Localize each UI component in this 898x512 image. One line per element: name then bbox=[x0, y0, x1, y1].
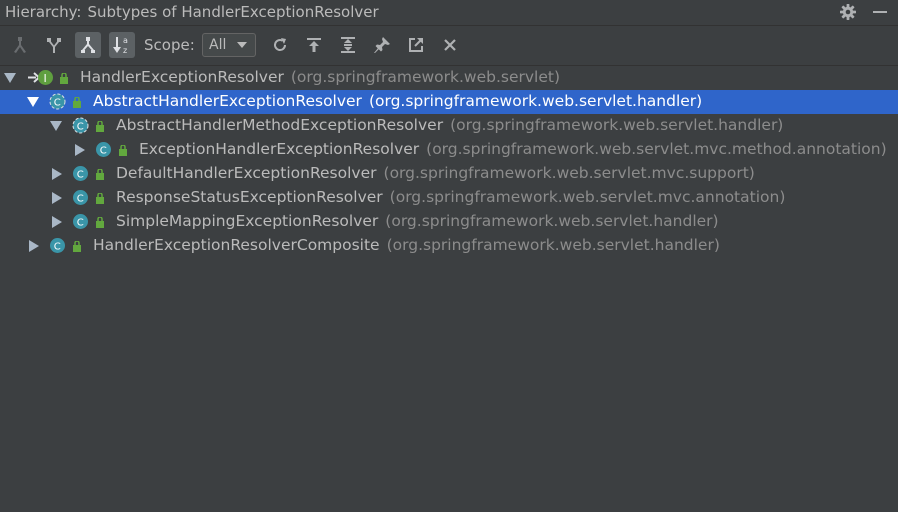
tree-row[interactable]: C DefaultHandlerExceptionResolver (org.sp… bbox=[0, 162, 898, 186]
collapse-toggle-icon[interactable] bbox=[52, 168, 62, 180]
collapse-toggle-icon[interactable] bbox=[75, 144, 85, 156]
tree-item-label: HandlerExceptionResolver (org.springframe… bbox=[80, 68, 561, 86]
lock-icon bbox=[96, 121, 104, 132]
title-bar: Hierarchy: Subtypes of HandlerExceptionRe… bbox=[0, 0, 898, 25]
type-hierarchy-icon[interactable] bbox=[7, 32, 33, 58]
lock-icon bbox=[96, 193, 104, 204]
collapse-toggle-icon[interactable] bbox=[29, 240, 39, 252]
tree-item-label: HandlerExceptionResolverComposite (org.sp… bbox=[93, 236, 720, 254]
supertypes-hierarchy-icon[interactable] bbox=[41, 32, 67, 58]
tree-row[interactable]: C ResponseStatusExceptionResolver (org.sp… bbox=[0, 186, 898, 210]
class-icon: C bbox=[50, 238, 65, 253]
class-icon: C bbox=[96, 142, 111, 157]
tree-item-label: AbstractHandlerExceptionResolver (org.spr… bbox=[93, 92, 703, 110]
scope-select[interactable]: All bbox=[202, 33, 256, 57]
tree-item-label: ResponseStatusExceptionResolver (org.spri… bbox=[116, 188, 786, 206]
base-on-this-class-icon[interactable] bbox=[301, 32, 327, 58]
tree-item-label: DefaultHandlerExceptionResolver (org.spri… bbox=[116, 164, 755, 182]
svg-text:a: a bbox=[123, 36, 128, 45]
refresh-icon[interactable] bbox=[267, 32, 293, 58]
svg-text:C: C bbox=[54, 98, 61, 109]
expand-all-icon[interactable] bbox=[335, 32, 361, 58]
minimize-icon[interactable] bbox=[870, 2, 890, 22]
collapse-toggle-icon[interactable] bbox=[52, 216, 62, 228]
class-icon: C bbox=[73, 166, 88, 181]
tree-item-label: ExceptionHandlerExceptionResolver (org.sp… bbox=[139, 140, 887, 158]
collapse-toggle-icon[interactable] bbox=[52, 192, 62, 204]
tree-item-label: AbstractHandlerMethodExceptionResolver (o… bbox=[116, 116, 784, 134]
class-icon: C bbox=[73, 214, 88, 229]
close-icon[interactable] bbox=[437, 32, 463, 58]
tree-row[interactable]: C ExceptionHandlerExceptionResolver (org.… bbox=[0, 138, 898, 162]
gear-icon[interactable] bbox=[838, 2, 858, 22]
svg-text:C: C bbox=[77, 170, 84, 181]
subtypes-hierarchy-icon[interactable] bbox=[75, 32, 101, 58]
export-icon[interactable] bbox=[403, 32, 429, 58]
lock-icon bbox=[96, 169, 104, 180]
title-label: Hierarchy: bbox=[5, 3, 82, 21]
abstract-class-icon: C bbox=[49, 93, 66, 110]
lock-icon bbox=[73, 97, 81, 108]
hierarchy-toolbar: az Scope: All bbox=[0, 30, 898, 62]
title-divider bbox=[0, 25, 898, 26]
tree-row[interactable]: C SimpleMappingExceptionResolver (org.spr… bbox=[0, 210, 898, 234]
svg-text:I: I bbox=[44, 72, 47, 85]
class-icon: C bbox=[73, 190, 88, 205]
abstract-class-icon: C bbox=[72, 117, 89, 134]
tree-row[interactable]: C AbstractHandlerExceptionResolver (org.s… bbox=[0, 90, 898, 114]
svg-text:z: z bbox=[123, 46, 127, 55]
lock-icon bbox=[60, 73, 68, 84]
expand-toggle-icon[interactable] bbox=[50, 121, 62, 131]
lock-icon bbox=[96, 217, 104, 228]
svg-text:C: C bbox=[77, 218, 84, 229]
svg-text:C: C bbox=[100, 146, 107, 157]
tree-row[interactable]: I HandlerExceptionResolver (org.springfra… bbox=[0, 66, 898, 90]
svg-text:C: C bbox=[77, 194, 84, 205]
interface-focus-icon: I bbox=[28, 70, 53, 85]
pin-icon[interactable] bbox=[369, 32, 395, 58]
lock-icon bbox=[119, 145, 127, 156]
expand-toggle-icon[interactable] bbox=[27, 97, 39, 107]
sort-alphabetically-icon[interactable]: az bbox=[109, 32, 135, 58]
lock-icon bbox=[73, 241, 81, 252]
title-subtitle: Subtypes of HandlerExceptionResolver bbox=[87, 3, 379, 21]
expand-toggle-icon[interactable] bbox=[4, 73, 16, 83]
tree-item-label: SimpleMappingExceptionResolver (org.sprin… bbox=[116, 212, 719, 230]
chevron-down-icon bbox=[237, 42, 247, 48]
panel-title: Hierarchy: Subtypes of HandlerExceptionRe… bbox=[5, 3, 379, 21]
scope-value: All bbox=[209, 37, 227, 53]
svg-text:C: C bbox=[77, 122, 84, 133]
svg-text:C: C bbox=[54, 242, 61, 253]
scope-label: Scope: bbox=[144, 36, 195, 54]
tree-row[interactable]: C AbstractHandlerMethodExceptionResolver… bbox=[0, 114, 898, 138]
tree-row[interactable]: C HandlerExceptionResolverComposite (org.… bbox=[0, 234, 898, 258]
